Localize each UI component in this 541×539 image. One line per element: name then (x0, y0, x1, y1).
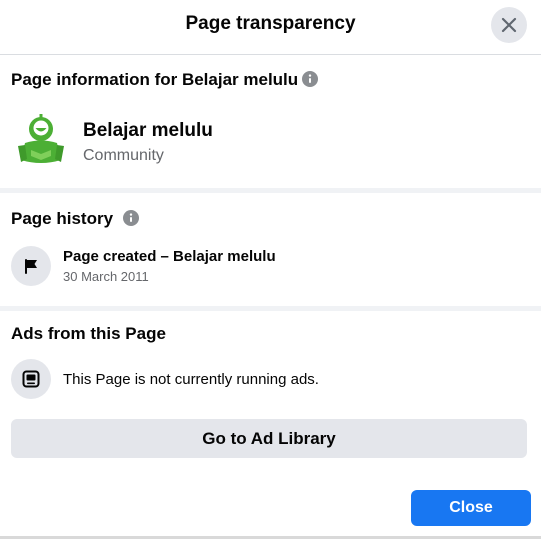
flag-icon (11, 246, 51, 286)
info-icon[interactable] (123, 210, 139, 226)
page-name[interactable]: Belajar melulu (83, 120, 213, 142)
ads-status-text: This Page is not currently running ads. (63, 371, 319, 388)
ad-tablet-icon (11, 359, 51, 399)
section-divider (0, 188, 541, 193)
dialog-header: Page transparency (0, 0, 541, 55)
dialog-title: Page transparency (185, 13, 356, 34)
close-icon[interactable] (491, 7, 527, 43)
history-date: 30 March 2011 (63, 269, 149, 284)
page-info-heading: Page information for Belajar melulu (11, 70, 299, 89)
close-button[interactable]: Close (411, 490, 531, 526)
info-icon[interactable] (302, 71, 318, 87)
page-avatar[interactable] (13, 112, 69, 168)
ads-heading: Ads from this Page (11, 324, 166, 343)
page-transparency-dialog: Page transparency Page information for B… (0, 0, 541, 539)
page-history-heading: Page history (11, 209, 114, 228)
page-category: Community (83, 147, 164, 164)
section-divider (0, 306, 541, 311)
history-event: Page created – Belajar melulu (63, 248, 276, 265)
go-to-ad-library-button[interactable]: Go to Ad Library (11, 419, 527, 458)
